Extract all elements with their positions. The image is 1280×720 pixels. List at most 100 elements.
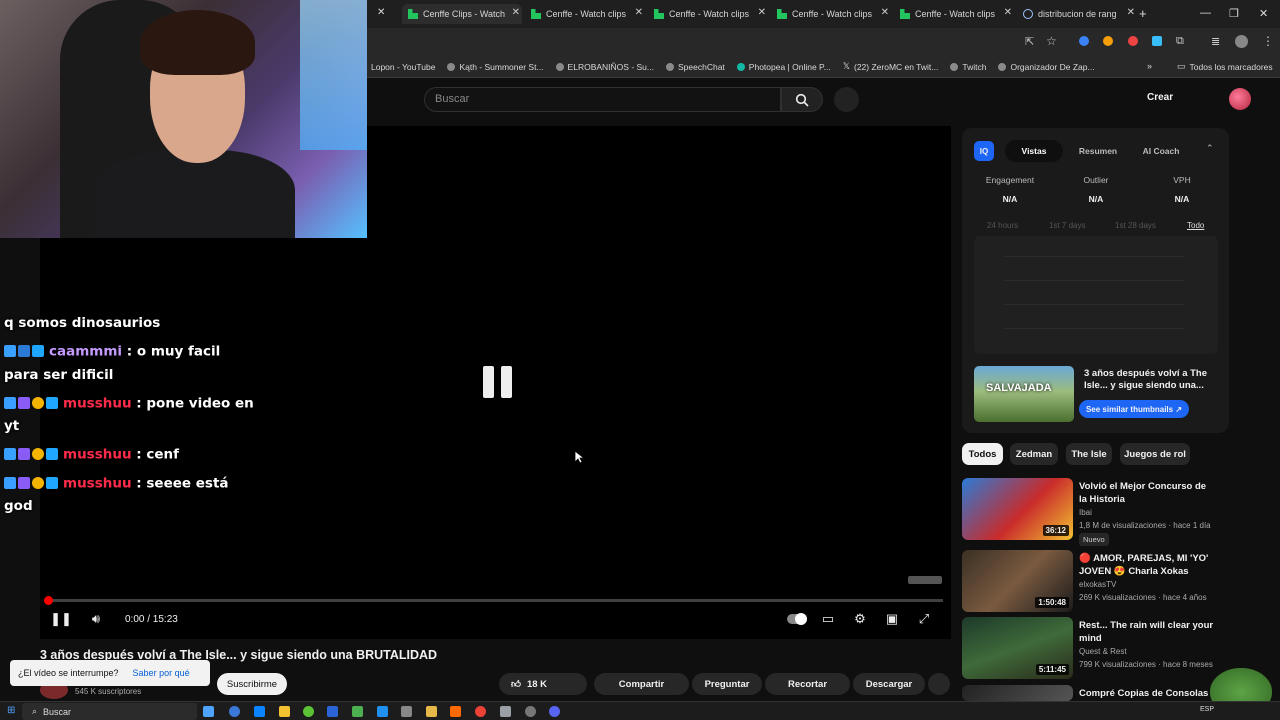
bookmark-item[interactable]: Lopon - YouTube xyxy=(371,62,435,72)
folder-icon[interactable] xyxy=(426,706,437,717)
like-button[interactable]: 👍︎ 18 K xyxy=(499,673,587,695)
tab-2[interactable]: Cenffe - Watch clips ✕ xyxy=(525,4,645,24)
video-thumbnail[interactable] xyxy=(962,685,1073,701)
subtitles-icon[interactable]: ▭ xyxy=(819,611,837,627)
media-icon[interactable]: ≣ xyxy=(1211,35,1220,48)
app-icon[interactable] xyxy=(377,706,388,717)
search-button[interactable] xyxy=(781,87,823,112)
close-icon[interactable]: ✕ xyxy=(635,7,643,18)
volume-icon[interactable]: 🔊︎ xyxy=(87,611,105,627)
chip-zedman[interactable]: Zedman xyxy=(1010,443,1058,465)
tab-6[interactable]: distribucion de rang ✕ xyxy=(1017,4,1137,24)
chip-juegos-de-rol[interactable]: Juegos de rol xyxy=(1120,443,1190,465)
edge-icon[interactable] xyxy=(229,706,240,717)
app-icon[interactable] xyxy=(401,706,412,717)
video-thumbnail[interactable]: 1:50:48 xyxy=(962,550,1073,612)
channel-name[interactable]: Quest & Rest xyxy=(1079,647,1127,656)
tab-1[interactable]: Cenffe Clips - Watch ✕ xyxy=(402,4,522,24)
video-title[interactable]: Rest... The rain will clear your mind xyxy=(1079,619,1214,645)
tab-5[interactable]: Cenffe - Watch clips ✕ xyxy=(894,4,1014,24)
video-title[interactable]: Compré Copias de Consolas xyxy=(1079,687,1214,700)
close-icon[interactable]: ✕ xyxy=(1004,7,1012,18)
close-icon[interactable]: ✕ xyxy=(758,7,766,18)
bookmark-item[interactable]: Photopea | Online P... xyxy=(736,62,831,72)
see-similar-button[interactable]: See similar thumbnails ↗ xyxy=(1079,400,1189,418)
progress-handle[interactable] xyxy=(44,596,53,605)
close-icon[interactable]: ✕ xyxy=(881,7,889,18)
app-icon[interactable] xyxy=(254,706,265,717)
tab-views[interactable]: Vistas xyxy=(1005,140,1063,162)
close-window-icon[interactable]: ✕ xyxy=(1259,7,1268,20)
tab-3[interactable]: Cenffe - Watch clips ✕ xyxy=(648,4,768,24)
ask-button[interactable]: Preguntar xyxy=(692,673,762,695)
download-button[interactable]: Descargar xyxy=(853,673,925,695)
star-icon[interactable]: ☆ xyxy=(1046,34,1057,48)
more-bookmarks-icon[interactable]: » xyxy=(1147,61,1152,71)
recommended-video[interactable]: 1:50:48 🔴 AMOR, PAREJAS, MI 'YO' JOVEN 😍… xyxy=(962,550,1232,614)
gear-icon[interactable]: ⚙ xyxy=(851,611,869,627)
channel-name[interactable]: Ibai xyxy=(1079,508,1092,517)
autoplay-toggle[interactable] xyxy=(786,611,808,627)
close-tab-icon[interactable]: ✕ xyxy=(377,7,385,18)
progress-bar[interactable] xyxy=(44,596,943,605)
range-option[interactable]: 24 hours xyxy=(987,221,1018,230)
file-explorer-icon[interactable] xyxy=(279,706,290,717)
subscribe-button[interactable]: Suscribirme xyxy=(217,673,287,695)
bookmark-item[interactable]: Organizador De Zap... xyxy=(998,62,1095,72)
fullscreen-icon[interactable]: ⤢ xyxy=(915,611,933,627)
share-button[interactable]: Compartir xyxy=(594,673,689,695)
close-icon[interactable]: ✕ xyxy=(1127,7,1135,18)
app-icon[interactable] xyxy=(450,706,461,717)
extension-icon[interactable] xyxy=(1152,36,1162,46)
language-indicator[interactable]: ESP xyxy=(1200,706,1214,713)
pause-icon[interactable] xyxy=(481,364,517,400)
range-option[interactable]: 1st 28 days xyxy=(1115,221,1156,230)
extension-icon[interactable] xyxy=(1103,36,1113,46)
menu-icon[interactable]: ⋮ xyxy=(1262,34,1274,48)
more-actions-button[interactable] xyxy=(928,673,950,695)
puzzle-icon[interactable]: ⧉ xyxy=(1176,35,1184,48)
task-view-icon[interactable] xyxy=(203,706,214,717)
chip-all[interactable]: Todos xyxy=(962,443,1003,465)
range-option[interactable]: Todo xyxy=(1187,221,1204,230)
channel-name[interactable]: elxokasTV xyxy=(1079,580,1116,589)
app-icon[interactable] xyxy=(500,706,511,717)
range-option[interactable]: 1st 7 days xyxy=(1049,221,1085,230)
restore-icon[interactable]: ❐ xyxy=(1229,7,1239,20)
learn-why-link[interactable]: Saber por qué xyxy=(133,668,190,678)
minimize-icon[interactable]: — xyxy=(1200,7,1211,19)
extension-icon[interactable] xyxy=(1079,36,1089,46)
avatar[interactable] xyxy=(1229,88,1251,110)
recommended-video[interactable]: 36:12 Volvió el Mejor Concurso de la His… xyxy=(962,478,1232,546)
create-button[interactable]: Crear xyxy=(1147,92,1173,103)
video-thumbnail[interactable]: 5:11:45 xyxy=(962,617,1073,679)
clip-button[interactable]: Recortar xyxy=(765,673,850,695)
bookmark-item[interactable]: 𝕏 (22) ZeroMC en Twit... xyxy=(843,61,939,72)
new-tab-icon[interactable]: + xyxy=(1139,6,1147,21)
bookmark-item[interactable]: SpeechChat xyxy=(666,62,725,72)
chip-the-isle[interactable]: The Isle xyxy=(1066,443,1112,465)
install-icon[interactable]: ⇱ xyxy=(1025,35,1034,48)
recommended-video[interactable]: Compré Copias de Consolas xyxy=(962,685,1232,701)
theater-mode-icon[interactable]: ▣ xyxy=(883,611,901,627)
app-icon[interactable] xyxy=(327,706,338,717)
close-icon[interactable]: ✕ xyxy=(512,7,520,18)
app-icon[interactable] xyxy=(525,706,536,717)
search-input[interactable]: Buscar xyxy=(424,87,781,112)
tab-summary[interactable]: Resumen xyxy=(1070,140,1126,162)
chrome-icon[interactable] xyxy=(475,706,486,717)
discord-icon[interactable] xyxy=(549,706,560,717)
video-thumbnail[interactable]: 36:12 xyxy=(962,478,1073,540)
all-bookmarks-folder[interactable]: ▭ Todos los marcadores xyxy=(1177,61,1273,72)
tab-4[interactable]: Cenffe - Watch clips ✕ xyxy=(771,4,891,24)
video-title[interactable]: Volvió el Mejor Concurso de la Historia xyxy=(1079,480,1214,506)
voice-search-button[interactable] xyxy=(834,87,859,112)
video-title[interactable]: 🔴 AMOR, PAREJAS, MI 'YO' JOVEN 😍 Charla … xyxy=(1079,552,1214,578)
profile-avatar[interactable] xyxy=(1235,35,1248,48)
app-icon[interactable] xyxy=(303,706,314,717)
windows-start-icon[interactable]: ⊞ xyxy=(7,705,15,716)
tab-ai-coach[interactable]: AI Coach xyxy=(1132,140,1190,162)
taskbar-search[interactable]: ⌕ Buscar xyxy=(22,703,197,720)
pause-button[interactable]: ❚❚ xyxy=(50,611,72,627)
recommended-video[interactable]: 5:11:45 Rest... The rain will clear your… xyxy=(962,617,1232,681)
